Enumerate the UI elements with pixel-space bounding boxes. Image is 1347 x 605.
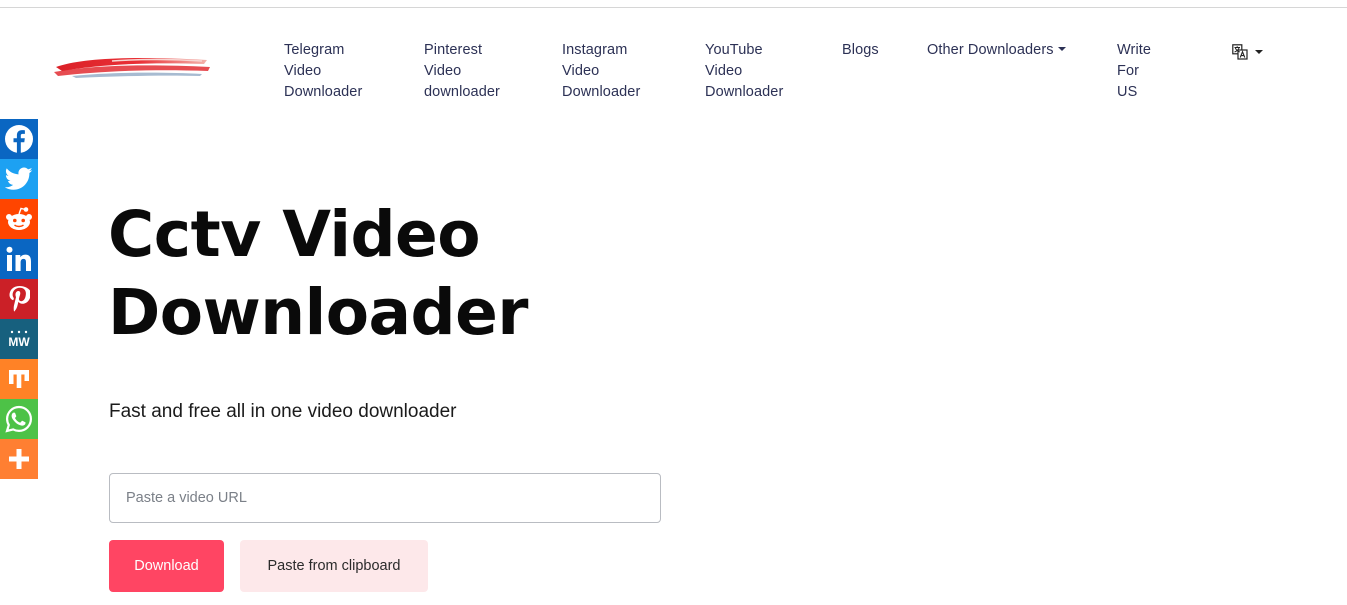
- page-title: Cctv Video Downloader: [108, 196, 528, 352]
- nav-label: Downloader: [562, 84, 641, 100]
- nav-label: YouTube: [705, 42, 763, 58]
- language-selector[interactable]: [1232, 44, 1263, 60]
- nav-label: For: [1117, 63, 1140, 79]
- linkedin-icon: [6, 246, 31, 271]
- share-twitter-button[interactable]: [0, 159, 38, 199]
- more-icon: [9, 449, 29, 469]
- nav-instagram-video-downloader[interactable]: Instagram Video Downloader: [562, 40, 640, 103]
- social-share-bar: MW: [0, 119, 38, 479]
- site-logo[interactable]: [52, 52, 212, 84]
- nav-label: Telegram: [284, 42, 345, 58]
- share-linkedin-button[interactable]: [0, 239, 38, 279]
- twitter-icon: [5, 167, 33, 190]
- caret-down-icon: [1255, 50, 1263, 54]
- nav-label: US: [1117, 84, 1138, 100]
- nav-label: Other Downloaders: [927, 42, 1054, 58]
- share-pinterest-button[interactable]: [0, 279, 38, 319]
- nav-label: Video: [424, 63, 462, 79]
- paste-from-clipboard-button[interactable]: Paste from clipboard: [240, 540, 428, 592]
- nav-label: Blogs: [842, 42, 879, 58]
- nav-label: Video: [284, 63, 322, 79]
- nav-blogs[interactable]: Blogs: [842, 40, 879, 61]
- nav-label: Write: [1117, 42, 1152, 58]
- nav-other-downloaders-dropdown[interactable]: Other Downloaders: [927, 40, 1066, 61]
- page-subtitle: Fast and free all in one video downloade…: [109, 401, 457, 422]
- nav-label: Video: [562, 63, 600, 79]
- share-more-button[interactable]: [0, 439, 38, 479]
- video-url-input[interactable]: [109, 473, 661, 523]
- share-mewe-button[interactable]: MW: [0, 319, 38, 359]
- share-whatsapp-button[interactable]: [0, 399, 38, 439]
- page-title-line: Cctv Video: [108, 198, 481, 271]
- reddit-icon: [6, 207, 32, 230]
- nav-label: Video: [705, 63, 743, 79]
- nav-write-for-us[interactable]: Write For US: [1117, 40, 1151, 103]
- mix-icon: [9, 370, 29, 388]
- share-reddit-button[interactable]: [0, 199, 38, 239]
- download-button[interactable]: Download: [109, 540, 224, 592]
- caret-down-icon: [1057, 47, 1066, 51]
- nav-label: Downloader: [705, 84, 784, 100]
- nav-telegram-video-downloader[interactable]: Telegram Video Downloader: [284, 40, 362, 103]
- nav-label: downloader: [424, 84, 500, 100]
- page-title-line: Downloader: [108, 276, 528, 349]
- pinterest-icon: [9, 286, 30, 312]
- translate-icon: [1232, 44, 1248, 60]
- nav-pinterest-video-downloader[interactable]: Pinterest Video downloader: [424, 40, 500, 103]
- share-mix-button[interactable]: [0, 359, 38, 399]
- top-divider: [0, 7, 1347, 8]
- facebook-icon: [5, 125, 33, 153]
- mewe-icon: MW: [8, 330, 30, 349]
- nav-label: Pinterest: [424, 42, 483, 58]
- nav-label: Downloader: [284, 84, 363, 100]
- whatsapp-icon: [5, 405, 33, 433]
- share-facebook-button[interactable]: [0, 119, 38, 159]
- nav-youtube-video-downloader[interactable]: YouTube Video Downloader: [705, 40, 783, 103]
- nav-label: Instagram: [562, 42, 628, 58]
- svg-text:MW: MW: [8, 335, 30, 349]
